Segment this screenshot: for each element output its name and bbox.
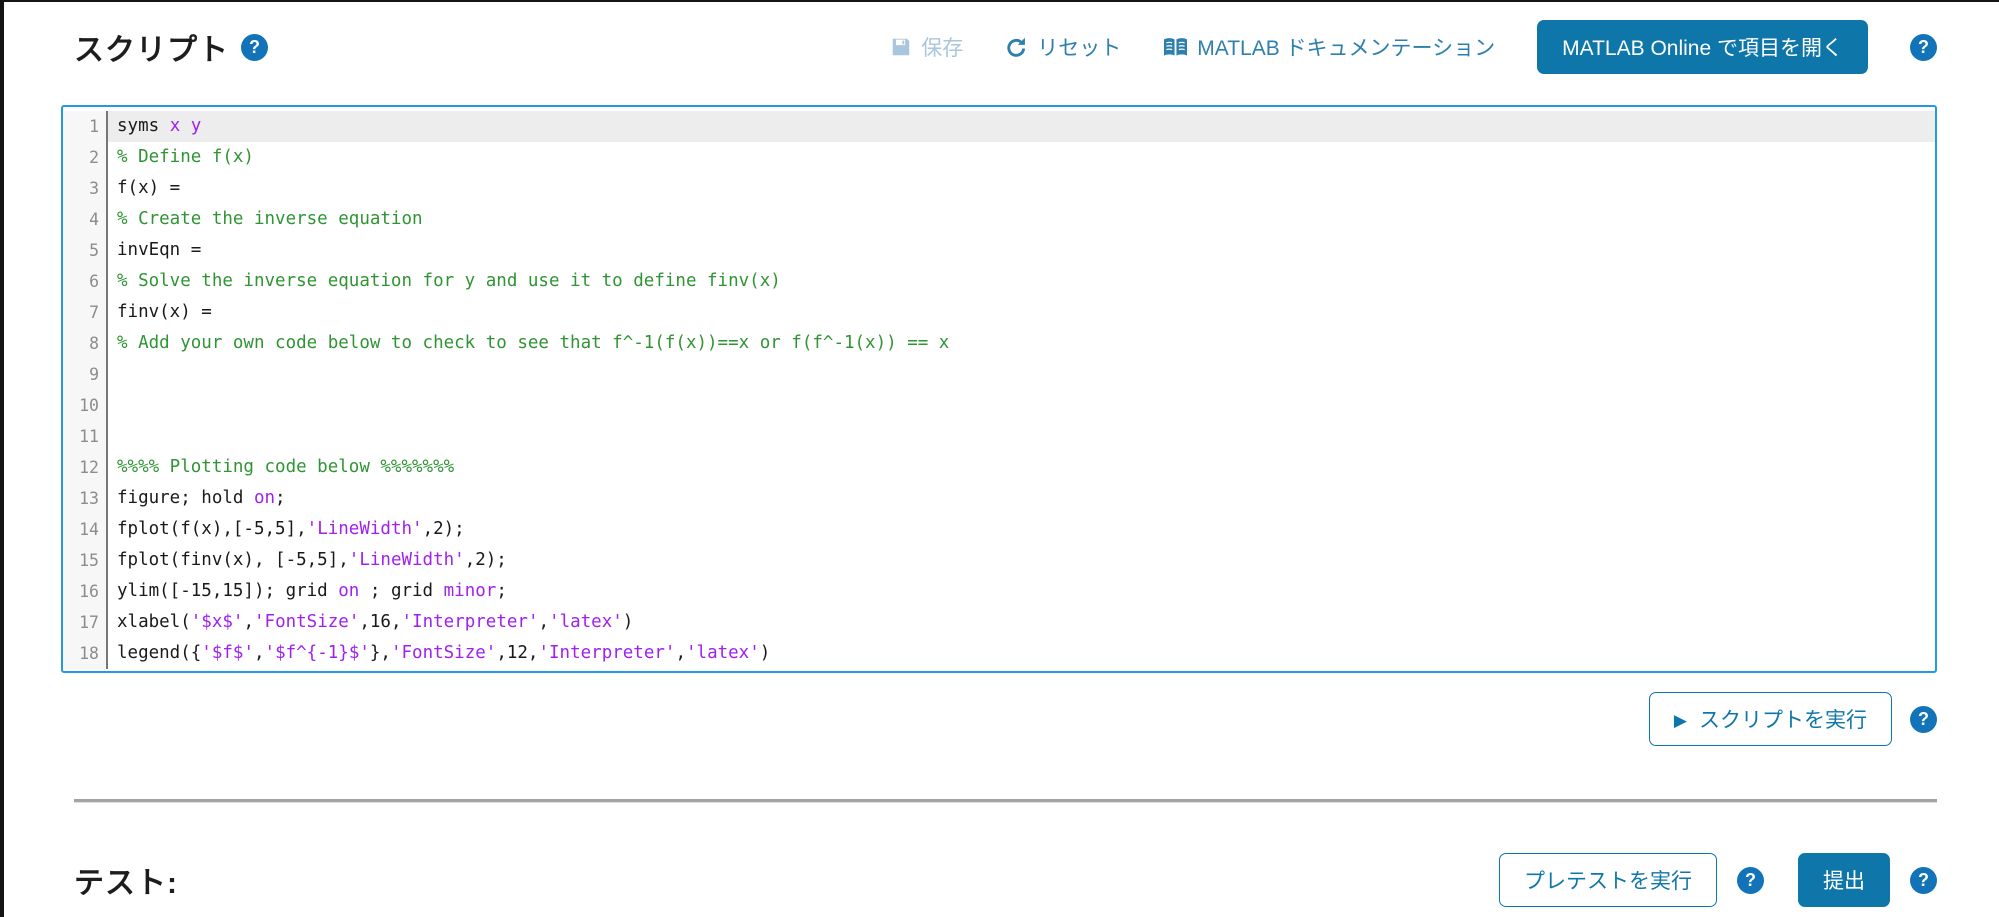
code-line-text: invEqn = [108, 235, 1935, 266]
code-line-text: ylim([-15,15]); grid on ; grid minor; [108, 576, 1935, 607]
line-number: 7 [63, 297, 108, 328]
code-line-text [108, 359, 1935, 390]
code-line[interactable]: 16ylim([-15,15]); grid on ; grid minor; [63, 576, 1935, 607]
code-line-text [108, 421, 1935, 452]
save-label: 保存 [921, 32, 963, 62]
line-number: 15 [63, 545, 108, 576]
line-number: 3 [63, 173, 108, 204]
run-script-button[interactable]: ▶ スクリプトを実行 [1649, 692, 1892, 746]
code-line-text: finv(x) = [108, 297, 1935, 328]
book-icon [1163, 36, 1188, 59]
code-line-text: xlabel('$x$','FontSize',16,'Interpreter'… [108, 607, 1935, 638]
code-line[interactable]: 11 [63, 421, 1935, 452]
line-number: 16 [63, 576, 108, 607]
reset-label: リセット [1037, 32, 1121, 62]
code-line-text: % Create the inverse equation [108, 204, 1935, 235]
code-line[interactable]: 15fplot(finv(x), [-5,5],'LineWidth',2); [63, 545, 1935, 576]
line-number: 14 [63, 514, 108, 545]
code-line-text [108, 390, 1935, 421]
code-line[interactable]: 8% Add your own code below to check to s… [63, 328, 1935, 359]
matlab-documentation-label: MATLAB ドキュメンテーション [1197, 32, 1495, 62]
header: スクリプト ? 保存 リセット MATLAB ドキュメンテーション [61, 16, 1937, 78]
code-editor-lines: 1syms x y2% Define f(x)3f(x) =4% Create … [63, 107, 1935, 671]
run-script-row: ▶ スクリプトを実行 ? [61, 692, 1937, 746]
help-icon-script[interactable]: ? [241, 34, 268, 61]
line-number: 1 [63, 111, 108, 142]
tests-title: テスト: [74, 858, 178, 902]
code-line-text: % Define f(x) [108, 142, 1935, 173]
code-line[interactable]: 6% Solve the inverse equation for y and … [63, 266, 1935, 297]
line-number: 4 [63, 204, 108, 235]
save-icon [890, 36, 912, 58]
play-icon: ▶ [1674, 712, 1687, 729]
line-number: 5 [63, 235, 108, 266]
code-line[interactable]: 2% Define f(x) [63, 142, 1935, 173]
code-editor[interactable]: 1syms x y2% Define f(x)3f(x) =4% Create … [61, 105, 1937, 673]
line-number: 13 [63, 483, 108, 514]
code-line-text: fplot(f(x),[-5,5],'LineWidth',2); [108, 514, 1935, 545]
run-pretest-button[interactable]: プレテストを実行 [1499, 853, 1717, 907]
code-line[interactable]: 7finv(x) = [63, 297, 1935, 328]
code-line[interactable]: 12%%%% Plotting code below %%%%%%% [63, 452, 1935, 483]
code-line[interactable]: 10 [63, 390, 1935, 421]
code-line[interactable]: 4% Create the inverse equation [63, 204, 1935, 235]
code-line-text: legend({'$f$','$f^{-1}$'},'FontSize',12,… [108, 638, 1935, 669]
submit-button[interactable]: 提出 [1798, 853, 1890, 907]
help-icon-run-script[interactable]: ? [1910, 706, 1937, 733]
run-script-label: スクリプトを実行 [1699, 704, 1867, 734]
reset-button[interactable]: リセット [1005, 32, 1121, 62]
toolbar: 保存 リセット MATLAB ドキュメンテーション MATLAB Online … [890, 20, 1937, 74]
script-panel: スクリプト ? 保存 リセット MATLAB ドキュメンテーション [4, 2, 1999, 907]
code-line[interactable]: 13figure; hold on; [63, 483, 1935, 514]
open-matlab-online-button[interactable]: MATLAB Online で項目を開く [1537, 20, 1868, 74]
save-button: 保存 [890, 32, 963, 62]
code-line[interactable]: 14fplot(f(x),[-5,5],'LineWidth',2); [63, 514, 1935, 545]
help-icon-submit[interactable]: ? [1910, 867, 1937, 894]
matlab-documentation-link[interactable]: MATLAB ドキュメンテーション [1163, 32, 1495, 62]
code-line-text: % Solve the inverse equation for y and u… [108, 266, 1935, 297]
page-title: スクリプト [74, 25, 229, 69]
reset-icon [1005, 36, 1028, 59]
code-line-text: % Add your own code below to check to se… [108, 328, 1935, 359]
code-line[interactable]: 9 [63, 359, 1935, 390]
code-line[interactable]: 17xlabel('$x$','FontSize',16,'Interprete… [63, 607, 1935, 638]
code-line-text: f(x) = [108, 173, 1935, 204]
tests-section: テスト: プレテストを実行 ? 提出 ? [61, 853, 1937, 907]
help-icon-open-online[interactable]: ? [1910, 34, 1937, 61]
line-number: 18 [63, 638, 108, 669]
code-line[interactable]: 18legend({'$f$','$f^{-1}$'},'FontSize',1… [63, 638, 1935, 669]
line-number: 9 [63, 359, 108, 390]
code-line[interactable]: 3f(x) = [63, 173, 1935, 204]
section-divider [74, 799, 1937, 803]
code-line[interactable]: 1syms x y [63, 111, 1935, 142]
line-number: 12 [63, 452, 108, 483]
line-number: 10 [63, 390, 108, 421]
code-line[interactable]: 5invEqn = [63, 235, 1935, 266]
line-number: 6 [63, 266, 108, 297]
help-icon-pretest[interactable]: ? [1737, 867, 1764, 894]
line-number: 17 [63, 607, 108, 638]
code-line-text: %%%% Plotting code below %%%%%%% [108, 452, 1935, 483]
code-line-text: figure; hold on; [108, 483, 1935, 514]
line-number: 2 [63, 142, 108, 173]
code-line-text: syms x y [108, 111, 1935, 142]
line-number: 8 [63, 328, 108, 359]
code-line-text: fplot(finv(x), [-5,5],'LineWidth',2); [108, 545, 1935, 576]
line-number: 11 [63, 421, 108, 452]
